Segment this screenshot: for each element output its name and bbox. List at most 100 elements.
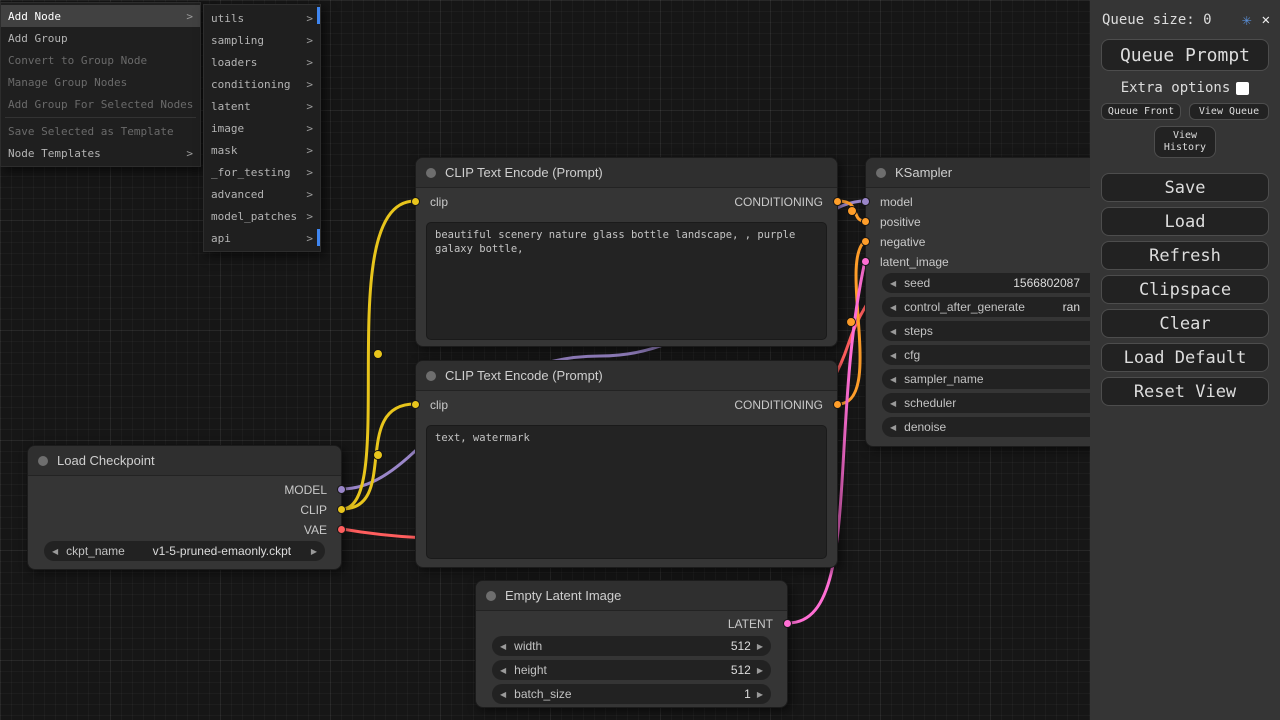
node-title: CLIP Text Encode (Prompt) [445, 165, 603, 180]
submenu-item-utils[interactable]: utils > [204, 7, 320, 29]
output-slot-conditioning[interactable] [833, 197, 842, 206]
decrement-arrow[interactable]: ◀ [890, 327, 896, 336]
submenu-item-api[interactable]: api > [204, 227, 320, 249]
node-title-bar[interactable]: Load Checkpoint [28, 446, 341, 476]
collapse-dot[interactable] [38, 456, 48, 466]
input-slot-clip[interactable] [411, 400, 420, 409]
decrement-arrow[interactable]: ◀ [500, 666, 506, 675]
menu-item-node-templates[interactable]: Node Templates > [1, 142, 200, 164]
output-slot-latent[interactable] [783, 619, 792, 628]
input-slot-latent-image[interactable] [861, 257, 870, 266]
collapse-dot[interactable] [876, 168, 886, 178]
widget-width[interactable]: ◀ width 512 ▶ [492, 636, 771, 656]
submenu-item-sampling[interactable]: sampling > [204, 29, 320, 51]
settings-gear-icon[interactable]: ✳ [1242, 10, 1252, 29]
widget-label: batch_size [514, 687, 571, 701]
output-slot-model[interactable] [337, 485, 346, 494]
clear-button[interactable]: Clear [1101, 309, 1269, 338]
widget-label: denoise [904, 420, 946, 434]
output-label: CONDITIONING [734, 195, 823, 209]
prompt-textarea[interactable]: text, watermark [426, 425, 827, 559]
widget-label: steps [904, 324, 933, 338]
increment-arrow[interactable]: ▶ [757, 690, 763, 699]
widget-label: scheduler [904, 396, 956, 410]
view-history-button[interactable]: View History [1154, 126, 1216, 158]
decrement-arrow[interactable]: ◀ [500, 690, 506, 699]
input-slot-negative[interactable] [861, 237, 870, 246]
output-slot-vae[interactable] [337, 525, 346, 534]
submenu-item-mask[interactable]: mask > [204, 139, 320, 161]
view-queue-button[interactable]: View Queue [1189, 103, 1269, 120]
decrement-arrow[interactable]: ◀ [500, 642, 506, 651]
clipspace-button[interactable]: Clipspace [1101, 275, 1269, 304]
next-arrow[interactable]: ▶ [311, 547, 317, 556]
queue-front-button[interactable]: Queue Front [1101, 103, 1181, 120]
increment-arrow[interactable]: ▶ [757, 642, 763, 651]
queue-prompt-button[interactable]: Queue Prompt [1101, 39, 1269, 71]
decrement-arrow[interactable]: ◀ [890, 423, 896, 432]
collapse-dot[interactable] [426, 168, 436, 178]
submenu-item-label: model_patches [211, 210, 297, 223]
increment-arrow[interactable]: ▶ [757, 666, 763, 675]
input-label: latent_image [880, 255, 949, 269]
decrement-arrow[interactable]: ◀ [890, 279, 896, 288]
submenu-item-label: latent [211, 100, 251, 113]
node-empty-latent-image[interactable]: Empty Latent Image LATENT ◀ width 512 ▶ … [475, 580, 788, 708]
output-slot-clip[interactable] [337, 505, 346, 514]
submenu-arrow-icon: > [306, 78, 313, 91]
input-label: positive [880, 215, 921, 229]
decrement-arrow[interactable]: ◀ [890, 399, 896, 408]
submenu-item-loaders[interactable]: loaders > [204, 51, 320, 73]
node-title-bar[interactable]: Empty Latent Image [476, 581, 787, 611]
collapse-dot[interactable] [426, 371, 436, 381]
submenu-item-label: _for_testing [211, 166, 290, 179]
node-load-checkpoint[interactable]: Load Checkpoint MODEL CLIP VAE ◀ ckpt_na… [27, 445, 342, 570]
decrement-arrow[interactable]: ◀ [890, 375, 896, 384]
close-icon[interactable]: ✕ [1262, 12, 1270, 28]
menu-item-add-group[interactable]: Add Group [1, 27, 200, 49]
widget-batch-size[interactable]: ◀ batch_size 1 ▶ [492, 684, 771, 704]
node-title-bar[interactable]: CLIP Text Encode (Prompt) [416, 158, 837, 188]
input-label: clip [430, 398, 448, 412]
load-button[interactable]: Load [1101, 207, 1269, 236]
submenu-item-label: advanced [211, 188, 264, 201]
link-dot [374, 350, 383, 359]
submenu-item-conditioning[interactable]: conditioning > [204, 73, 320, 95]
save-button[interactable]: Save [1101, 173, 1269, 202]
widget-height[interactable]: ◀ height 512 ▶ [492, 660, 771, 680]
node-clip-text-encode-1[interactable]: CLIP Text Encode (Prompt) clip CONDITION… [415, 157, 838, 347]
output-slot-conditioning[interactable] [833, 400, 842, 409]
decrement-arrow[interactable]: ◀ [890, 303, 896, 312]
input-slot-clip[interactable] [411, 197, 420, 206]
decrement-arrow[interactable]: ◀ [890, 351, 896, 360]
load-default-button[interactable]: Load Default [1101, 343, 1269, 372]
scrollbar-mark-bottom [317, 229, 320, 246]
submenu-item-image[interactable]: image > [204, 117, 320, 139]
submenu-item-model-patches[interactable]: model_patches > [204, 205, 320, 227]
node-title: Empty Latent Image [505, 588, 621, 603]
context-menu: Add Node > Add Group Convert to Group No… [0, 2, 201, 167]
node-title-bar[interactable]: CLIP Text Encode (Prompt) [416, 361, 837, 391]
submenu-item-label: utils [211, 12, 244, 25]
menu-item-label: Node Templates [8, 147, 101, 160]
menu-item-add-node[interactable]: Add Node > [1, 5, 200, 27]
submenu-arrow-icon: > [306, 56, 313, 69]
input-label: clip [430, 195, 448, 209]
submenu-item-for-testing[interactable]: _for_testing > [204, 161, 320, 183]
input-slot-positive[interactable] [861, 217, 870, 226]
output-label: CLIP [300, 503, 327, 517]
submenu-item-latent[interactable]: latent > [204, 95, 320, 117]
widget-ckpt-name[interactable]: ◀ ckpt_name v1-5-pruned-emaonly.ckpt ▶ [44, 541, 325, 561]
link-dot [848, 207, 857, 216]
prompt-textarea[interactable]: beautiful scenery nature glass bottle la… [426, 222, 827, 340]
reset-view-button[interactable]: Reset View [1101, 377, 1269, 406]
submenu-item-advanced[interactable]: advanced > [204, 183, 320, 205]
input-slot-model[interactable] [861, 197, 870, 206]
scrollbar-mark-top [317, 7, 320, 24]
previous-arrow[interactable]: ◀ [52, 547, 58, 556]
node-title: KSampler [895, 165, 952, 180]
collapse-dot[interactable] [486, 591, 496, 601]
refresh-button[interactable]: Refresh [1101, 241, 1269, 270]
node-clip-text-encode-2[interactable]: CLIP Text Encode (Prompt) clip CONDITION… [415, 360, 838, 568]
extra-options-checkbox[interactable] [1236, 82, 1249, 95]
